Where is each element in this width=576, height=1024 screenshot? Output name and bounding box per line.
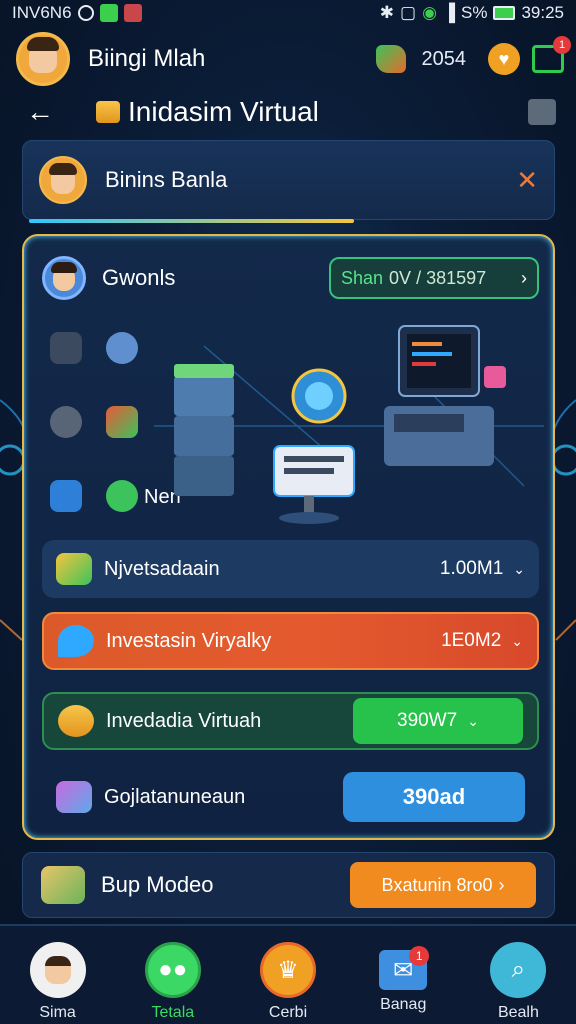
mail-badge: 1 <box>409 946 430 966</box>
globe-icon[interactable] <box>106 332 138 364</box>
tablet-icon[interactable] <box>50 332 82 364</box>
panel-title: Gwonls <box>102 265 176 290</box>
trophy-icon: ♛ <box>260 942 316 998</box>
nav-label: Bealh <box>497 1004 539 1021</box>
box-icon <box>56 781 92 813</box>
app-notification-icon <box>123 4 142 22</box>
signal-icon: ▐ <box>442 3 455 22</box>
carrier-text: INV6N6 <box>12 3 72 22</box>
desktop-computer <box>384 325 506 466</box>
row-value: 1E0M2 ⌄ <box>441 630 523 652</box>
chevron-down-icon: ⌄ <box>467 712 479 729</box>
avatar-face <box>44 956 71 984</box>
coin-balance: 2054 <box>421 47 467 70</box>
bottom-card-button-label: Bxatunin 8ro0 <box>381 874 493 895</box>
investment-row-3[interactable]: Invedadia Virtuah 390W7 ⌄ <box>42 692 539 750</box>
gift-icon[interactable] <box>106 406 138 438</box>
cash-icon <box>41 866 85 904</box>
share-value: 0V / 381597 <box>389 267 487 288</box>
chat-icon: ●● <box>144 942 201 998</box>
side-icon-grid <box>50 332 140 522</box>
search-icon: ⌕ <box>490 942 547 998</box>
investment-row-1[interactable]: Njvetsadaain 1.00M1 ⌄ <box>42 540 539 598</box>
shield-icon[interactable] <box>50 480 82 512</box>
nav-label: Cerbi <box>268 1004 308 1021</box>
profile-name: Binins Banla <box>105 167 228 192</box>
row-value-text: 1E0M2 <box>441 630 502 651</box>
nav-item-cerbi[interactable]: ♛ Cerbi <box>230 926 345 1024</box>
page-title: Inidasim Virtual <box>128 96 319 127</box>
cube-icon <box>96 101 120 123</box>
investment-row-4: Gojlatanuneaun 390ad <box>42 768 539 826</box>
share-pill[interactable]: Shan 0V / 381597 › <box>329 257 539 299</box>
status-bar: INV6N6 ✱ ▢ ◉ ▐ S% 39:25 <box>0 0 576 26</box>
status-time: 39:25 <box>521 3 564 22</box>
globe-orb <box>291 368 347 424</box>
nav-label: Sima <box>39 1004 76 1021</box>
wallet-badge: 1 <box>553 36 571 54</box>
coin-stack-icon <box>58 705 94 737</box>
row-value-text: 1.00M1 <box>439 558 504 579</box>
avatar-face <box>49 163 77 194</box>
bottom-card-button[interactable]: Bxatunin 8ro0 › <box>350 862 536 908</box>
bottom-card-label: Bup Modeo <box>101 872 214 897</box>
share-label: Shan <box>341 267 384 288</box>
panel-avatar <box>42 256 86 300</box>
heart-button[interactable]: ♥ <box>488 43 520 75</box>
investment-row-2[interactable]: Investasin Viryalky 1E0M2 ⌄ <box>42 612 539 670</box>
battery-icon <box>493 6 516 20</box>
close-icon[interactable]: ✕ <box>516 165 538 196</box>
chevron-right-icon: › <box>521 267 527 288</box>
user-avatar[interactable] <box>16 32 70 86</box>
wallet-button[interactable]: 1 <box>532 36 571 73</box>
chevron-down-icon: ⌄ <box>511 632 523 649</box>
signal-text: S% <box>460 3 488 22</box>
row-label: Investasin Viryalky <box>106 629 272 652</box>
coin-icon <box>375 45 406 73</box>
nav-label: Tetala <box>151 1004 195 1021</box>
avatar-face <box>27 37 59 73</box>
nav-label: Banag <box>380 996 427 1013</box>
app-header: Biingi Mlah 2054 ♥ 1 <box>16 32 571 86</box>
money-bag-icon <box>56 553 92 585</box>
avatar-face <box>51 262 77 291</box>
back-arrow-icon[interactable]: ← <box>26 96 66 128</box>
location-pin-icon <box>58 625 94 657</box>
bluetooth-icon: ✱ <box>379 3 395 22</box>
row-label: Invedadia Virtuah <box>106 709 262 732</box>
block-icon[interactable] <box>50 406 82 438</box>
panel-header: Gwonls Shan 0V / 381597 › <box>42 254 539 302</box>
monitor-on-stand <box>273 445 355 524</box>
username: Biingi Mlah <box>88 45 206 72</box>
badge-icon[interactable] <box>106 480 138 512</box>
chevron-down-icon: ⌄ <box>513 560 525 577</box>
nav-item-tetala[interactable]: ●● Tetala <box>115 926 230 1024</box>
avatar-icon <box>29 942 86 998</box>
title-row: ← Inidasim Virtual <box>26 92 556 132</box>
clock-icon <box>77 5 94 21</box>
vibrate-icon: ▢ <box>400 3 417 22</box>
server-stack <box>174 364 234 496</box>
check-icon <box>99 4 118 22</box>
bottom-card: Bup Modeo Bxatunin 8ro0 › <box>22 852 555 918</box>
profile-card[interactable]: Binins Banla ✕ <box>22 140 555 223</box>
nav-item-bealh[interactable]: ⌕ Bealh <box>461 926 576 1024</box>
row-label: Gojlatanuneaun <box>104 785 246 808</box>
nav-item-banag[interactable]: ✉ 1 Banag <box>346 926 461 1024</box>
chevron-right-icon: › <box>498 874 505 895</box>
mail-icon: ✉ 1 <box>379 946 430 990</box>
row-value-text: 390W7 <box>397 710 458 731</box>
nav-item-sima[interactable]: Sima <box>0 926 115 1024</box>
bottom-nav: Sima ●● Tetala ♛ Cerbi ✉ 1 Banag ⌕ Bealh <box>0 924 576 1024</box>
row-value: 1.00M1 ⌄ <box>440 558 525 580</box>
profile-avatar <box>39 156 87 204</box>
server-computer-illustration <box>154 325 544 524</box>
investment-panel: Gwonls Shan 0V / 381597 › Nen Njvetsadaa… <box>22 234 555 840</box>
wifi-icon: ◉ <box>422 3 437 22</box>
row-value-pill[interactable]: 390W7 ⌄ <box>353 698 523 744</box>
action-button[interactable]: 390ad <box>343 772 525 822</box>
row-label: Njvetsadaain <box>104 557 220 580</box>
menu-icon[interactable] <box>528 99 556 125</box>
